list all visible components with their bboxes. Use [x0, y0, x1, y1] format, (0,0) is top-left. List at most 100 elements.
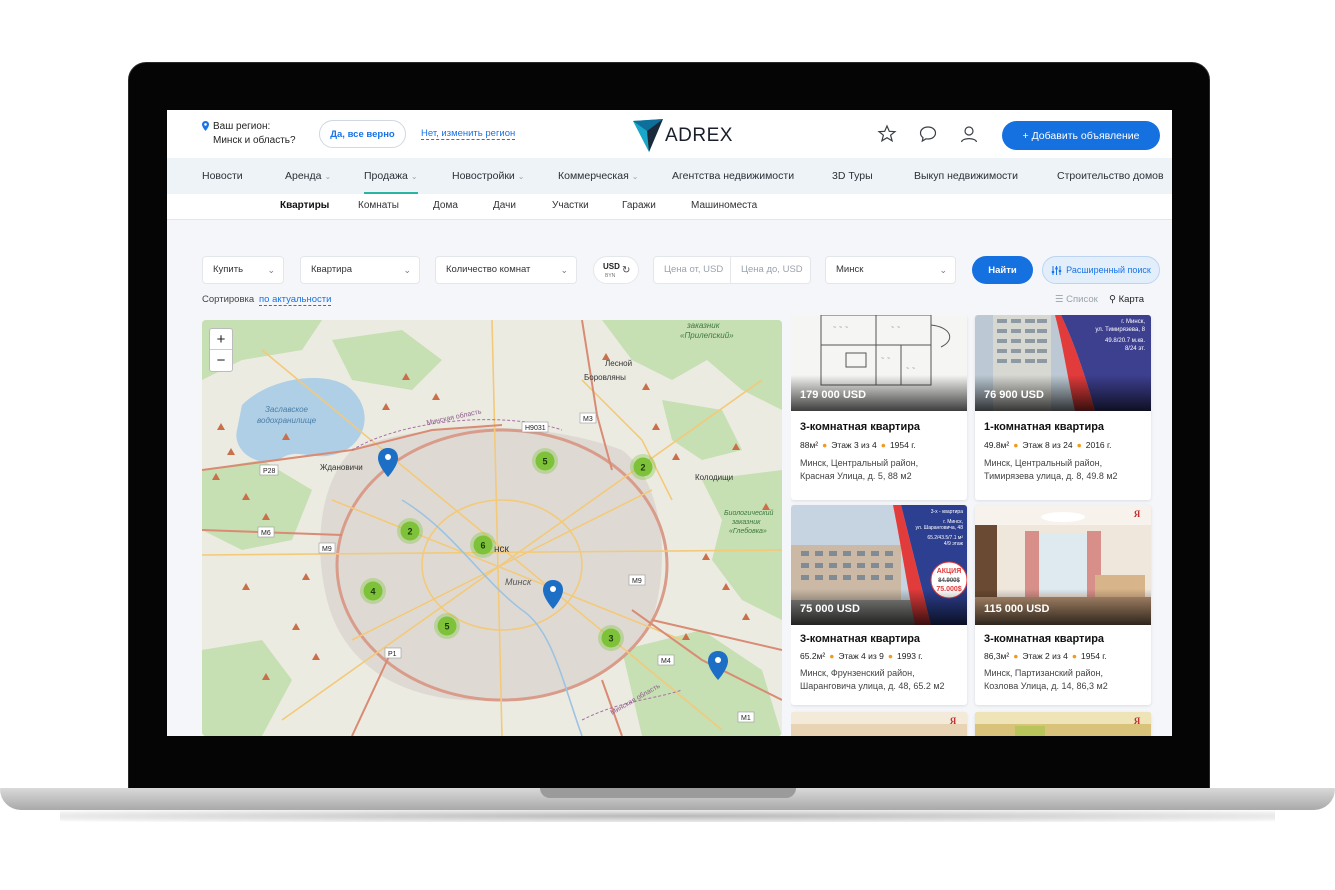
currency-toggle[interactable]: USD BYN ↻	[593, 256, 639, 284]
chevron-down-icon: ⌄	[324, 172, 332, 181]
dot-icon: ●	[880, 440, 886, 450]
road-label: Н9031	[525, 425, 546, 432]
listing-card[interactable]: ~ ~ ~ ~ ~ ~ ~ ~ ~ 179 000 USD 3-комнатная к…	[791, 315, 967, 500]
svg-text:5: 5	[542, 457, 547, 467]
favorites-star-icon[interactable]	[877, 124, 897, 144]
svg-text:ул. Шаранговича, 48: ул. Шаранговича, 48	[916, 525, 964, 531]
logo[interactable]: ADREX	[633, 119, 733, 153]
nav-item-buyout[interactable]: Выкуп недвижимости	[914, 158, 1018, 194]
map-label-lesnoy: Лесной	[605, 359, 632, 368]
subnav-item-dachas[interactable]: Дачи	[493, 200, 516, 211]
subnav-item-garages[interactable]: Гаражи	[622, 200, 656, 211]
subnav-item-rooms[interactable]: Комнаты	[358, 200, 399, 211]
nav-item-sale[interactable]: Продажа ⌄	[364, 158, 418, 194]
deal-type-select[interactable]: Купить ⌄	[202, 256, 284, 284]
listing-title[interactable]: 3-комнатная квартира	[800, 633, 920, 645]
map-view[interactable]: Н9031 М3 Р28 М6 М9 М9 Р1 М4 М1 заказник …	[202, 320, 782, 736]
svg-text:8/24 эт.: 8/24 эт.	[1125, 346, 1145, 352]
listing-card[interactable]: Я	[975, 712, 1151, 736]
svg-text:~ ~: ~ ~	[881, 356, 890, 362]
nav-item-new-buildings[interactable]: Новостройки ⌄	[452, 158, 525, 194]
map-cluster[interactable]: 5	[532, 448, 558, 474]
map-label-bio: Биологический	[724, 509, 774, 517]
subnav-item-apartments[interactable]: Квартиры	[280, 200, 329, 211]
top-bar: Ваш регион: Минск и область? Да, все вер…	[167, 110, 1172, 158]
map-cluster[interactable]: 4	[360, 578, 386, 604]
listing-title[interactable]: 1-комнатная квартира	[984, 421, 1104, 433]
subnav-item-plots[interactable]: Участки	[552, 200, 589, 211]
find-button[interactable]: Найти	[972, 256, 1033, 284]
listing-meta: 49.8м² ● Этаж 8 из 24 ● 2016 г.	[984, 440, 1112, 450]
listing-card[interactable]: Я	[791, 712, 967, 736]
zoom-control: + −	[209, 328, 233, 372]
change-region-link[interactable]: Нет, изменить регион	[421, 128, 516, 140]
listing-title[interactable]: 3-комнатная квартира	[984, 633, 1104, 645]
chevron-down-icon: ⌄	[410, 172, 418, 181]
chat-bubble-icon[interactable]	[918, 124, 938, 144]
advanced-search-button[interactable]: Расширенный поиск	[1042, 256, 1160, 284]
map-label-zhdanovichi: Ждановичи	[320, 463, 363, 472]
subnav-item-houses[interactable]: Дома	[433, 200, 458, 211]
list-icon: ☰	[1055, 294, 1067, 305]
listing-card[interactable]: 3-х - квартира г. Минск, ул. Шаранговича…	[791, 505, 967, 705]
view-list-toggle[interactable]: ☰ Список	[1055, 294, 1098, 305]
price-from-input[interactable]: Цена от, USD	[653, 256, 731, 284]
property-type-select[interactable]: Квартира ⌄	[300, 256, 420, 284]
subnav-item-parking[interactable]: Машиноместа	[691, 200, 757, 211]
main-nav: Новости Аренда ⌄ Продажа ⌄ Новостройки ⌄ Ко…	[167, 158, 1172, 194]
listing-meta: 86,3м² ● Этаж 2 из 4 ● 1954 г.	[984, 651, 1107, 661]
agency-logo-icon: Я	[1134, 716, 1141, 726]
currency-secondary: BYN	[605, 273, 616, 279]
nav-item-rent[interactable]: Аренда ⌄	[285, 158, 331, 194]
city-select[interactable]: Минск ⌄	[825, 256, 956, 284]
map-cluster[interactable]: 3	[598, 625, 624, 651]
map-label-minsk: нск	[494, 544, 510, 555]
svg-text:4: 4	[370, 587, 375, 597]
rooms-select[interactable]: Количество комнат ⌄	[435, 256, 577, 284]
sort-label: Сортировка	[202, 294, 255, 305]
logo-text: ADREX	[665, 125, 733, 146]
svg-text:49.8/20.7 м.кв.: 49.8/20.7 м.кв.	[1105, 338, 1145, 344]
map-cluster[interactable]: 2	[630, 454, 656, 480]
svg-text:АКЦИЯ: АКЦИЯ	[937, 568, 962, 575]
sub-nav: Квартиры Комнаты Дома Дачи Участки Гараж…	[167, 194, 1172, 220]
listing-card[interactable]: г. Минск, ул. Тимирязева, 8 49.8/20.7 м.…	[975, 315, 1151, 500]
road-label: М1	[741, 715, 751, 722]
confirm-region-button[interactable]: Да, все верно	[319, 120, 406, 148]
nav-item-news[interactable]: Новости	[202, 158, 243, 194]
dot-icon: ●	[1076, 440, 1082, 450]
nav-item-3d-tours[interactable]: 3D Туры	[832, 158, 873, 194]
svg-text:ул. Тимирязева, 8: ул. Тимирязева, 8	[1095, 327, 1145, 333]
nav-item-commercial[interactable]: Коммерческая ⌄	[558, 158, 638, 194]
chevron-down-icon: ⌄	[403, 265, 411, 275]
region-label: Ваш регион:	[213, 121, 271, 132]
swap-icon: ↻	[622, 265, 631, 276]
chevron-down-icon: ⌄	[517, 172, 525, 181]
view-map-toggle[interactable]: ⚲ Карта	[1109, 294, 1144, 305]
map-cluster[interactable]: 5	[434, 613, 460, 639]
nav-item-agencies[interactable]: Агентства недвижимости	[672, 158, 794, 194]
laptop-notch	[540, 788, 796, 798]
chevron-down-icon: ⌄	[560, 265, 568, 275]
region-selector[interactable]: Ваш регион: Минск и область?	[202, 120, 296, 148]
map-cluster[interactable]: 2	[397, 518, 423, 544]
price-to-input[interactable]: Цена до, USD	[731, 256, 811, 284]
map-cluster[interactable]: 6	[470, 532, 496, 558]
svg-text:4/9 этаж: 4/9 этаж	[944, 541, 964, 547]
listing-price: 75 000 USD	[800, 603, 860, 615]
user-profile-icon[interactable]	[959, 124, 979, 144]
nav-item-construction[interactable]: Строительство домов	[1057, 158, 1164, 194]
zoom-in-button[interactable]: +	[210, 329, 232, 350]
zoom-out-button[interactable]: −	[210, 350, 232, 371]
agency-logo-icon: Я	[1134, 509, 1141, 519]
add-listing-button[interactable]: + Добавить объявление	[1002, 121, 1160, 150]
listing-card[interactable]: Я 115 000 USD 3-комнатная квартира 86,3м…	[975, 505, 1151, 705]
svg-text:2: 2	[640, 463, 645, 473]
road-label: М9	[632, 578, 642, 585]
listing-title[interactable]: 3-комнатная квартира	[800, 421, 920, 433]
listing-price: 179 000 USD	[800, 389, 867, 401]
sort-select-link[interactable]: по актуальности	[259, 294, 332, 306]
listing-address: Минск, Центральный район, Красная Улица, …	[800, 458, 919, 481]
svg-text:84.900$: 84.900$	[938, 578, 960, 584]
svg-text:г. Минск,: г. Минск,	[1121, 319, 1145, 325]
